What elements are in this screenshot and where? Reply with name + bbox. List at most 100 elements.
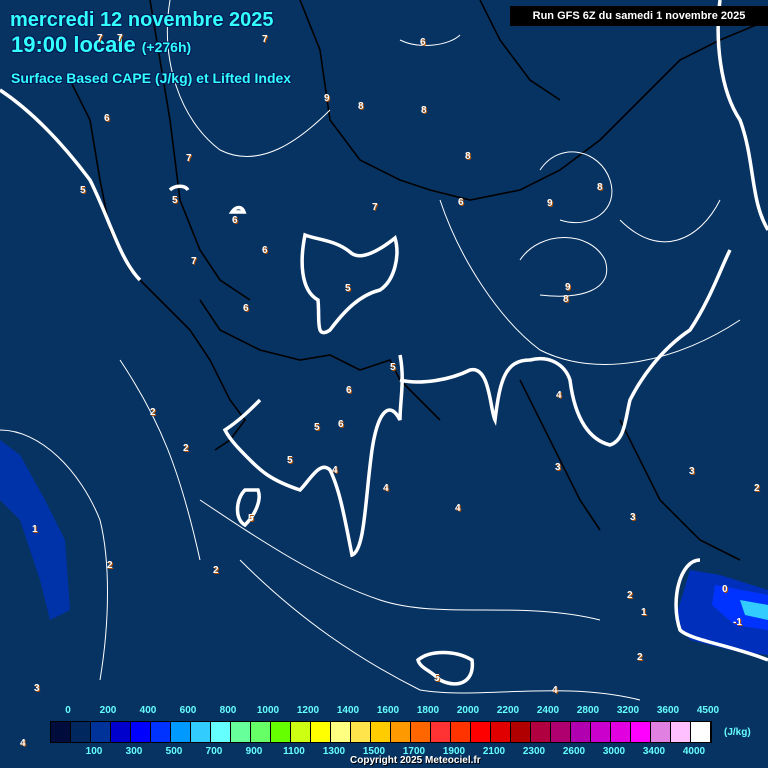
legend-swatch [131, 722, 151, 742]
contour-label: 7 [191, 256, 197, 267]
legend-label-bottom: 700 [205, 746, 223, 757]
legend-swatch [331, 722, 351, 742]
lead-time: (+276h) [141, 39, 192, 55]
contour-label: 2 [627, 590, 633, 601]
legend-swatch [311, 722, 331, 742]
legend-label-top: 2000 [456, 705, 480, 716]
contour-label: 9 [547, 198, 553, 209]
contour-label: 7 [117, 33, 123, 44]
contour-label: 6 [262, 245, 268, 256]
legend-swatch [271, 722, 291, 742]
contour-label: 2 [183, 443, 189, 454]
contours-thick-5 [0, 0, 768, 686]
parameter-title: Surface Based CAPE (J/kg) et Lifted Inde… [11, 70, 292, 86]
contour-label: 4 [332, 465, 338, 476]
legend-swatch [231, 722, 251, 742]
cape-map [0, 0, 768, 701]
contour-label: 3 [555, 462, 561, 473]
contour-label: 8 [563, 294, 569, 305]
contour-label: 3 [630, 512, 636, 523]
contour-label: 6 [104, 113, 110, 124]
contour-label: 6 [232, 215, 238, 226]
contour-label: 1 [641, 607, 647, 618]
legend-swatch [671, 722, 691, 742]
legend-swatch [471, 722, 491, 742]
contour-label: 4 [20, 738, 26, 749]
legend-swatch [251, 722, 271, 742]
contour-label: 2 [107, 560, 113, 571]
legend-label-top: 2200 [496, 705, 520, 716]
contour-label: 4 [383, 483, 389, 494]
contour-label: 1 [32, 524, 38, 535]
model-run-label: Run GFS 6Z du samedi 1 novembre 2025 [510, 6, 768, 26]
legend-label-top: 200 [99, 705, 117, 716]
contour-label: 4 [552, 685, 558, 696]
legend-label-bottom: 300 [125, 746, 143, 757]
contour-label: 7 [262, 34, 268, 45]
legend-swatch [511, 722, 531, 742]
legend-swatch [71, 722, 91, 742]
contour-label: 7 [97, 33, 103, 44]
cape-color-legend [50, 721, 712, 743]
legend-swatch [631, 722, 651, 742]
contour-label: 9 [324, 93, 330, 104]
contour-label: 2 [637, 652, 643, 663]
contour-label: 2 [213, 565, 219, 576]
legend-label-bottom: 2100 [482, 746, 506, 757]
contour-label: 4 [556, 390, 562, 401]
legend-label-bottom: 100 [85, 746, 103, 757]
legend-label-top: 1200 [296, 705, 320, 716]
legend-swatch [691, 722, 711, 742]
legend-label-top: 800 [219, 705, 237, 716]
contour-label: 8 [597, 182, 603, 193]
contour-label: 6 [346, 385, 352, 396]
contour-label: 5 [434, 673, 440, 684]
contour-label: 9 [565, 282, 571, 293]
contour-label: 6 [420, 37, 426, 48]
legend-label-top: 0 [65, 705, 71, 716]
contour-label: 8 [465, 151, 471, 162]
legend-swatch [391, 722, 411, 742]
contour-label: 5 [80, 185, 86, 196]
legend-label-top: 3600 [656, 705, 680, 716]
contour-label: 3 [34, 683, 40, 694]
contour-label: 5 [390, 362, 396, 373]
legend-swatch [551, 722, 571, 742]
legend-swatch [531, 722, 551, 742]
legend-swatch [111, 722, 131, 742]
contour-label: 5 [314, 422, 320, 433]
legend-label-bottom: 3000 [602, 746, 626, 757]
legend-label-bottom: 2600 [562, 746, 586, 757]
legend-label-bottom: 1100 [283, 746, 305, 757]
legend-swatch [411, 722, 431, 742]
legend-swatch [591, 722, 611, 742]
contour-label: 5 [287, 455, 293, 466]
legend-swatch [211, 722, 231, 742]
legend-label-bottom: 1300 [322, 746, 346, 757]
contour-label: 5 [345, 283, 351, 294]
copyright: Copyright 2025 Meteociel.fr [350, 755, 481, 766]
legend-swatch [571, 722, 591, 742]
legend-swatch [51, 722, 71, 742]
contour-label: 3 [689, 466, 695, 477]
legend-swatch [611, 722, 631, 742]
legend-label-top: 400 [139, 705, 157, 716]
contour-label: 7 [186, 153, 192, 164]
legend-label-bottom: 4000 [682, 746, 706, 757]
contour-label: 7 [372, 202, 378, 213]
legend-label-bottom: 500 [165, 746, 183, 757]
legend-label-top: 1400 [336, 705, 360, 716]
legend-swatch [351, 722, 371, 742]
contour-label: 6 [458, 197, 464, 208]
legend-swatch [151, 722, 171, 742]
legend-label-top: 3200 [616, 705, 640, 716]
contour-label: -1 [733, 617, 742, 628]
legend-swatch [191, 722, 211, 742]
legend-swatch [91, 722, 111, 742]
legend-swatch [431, 722, 451, 742]
legend-label-top: 1800 [416, 705, 440, 716]
legend-label-bottom: 3400 [642, 746, 666, 757]
legend-label-top: 1000 [256, 705, 280, 716]
legend-label-top: 4500 [696, 705, 720, 716]
legend-swatch [491, 722, 511, 742]
